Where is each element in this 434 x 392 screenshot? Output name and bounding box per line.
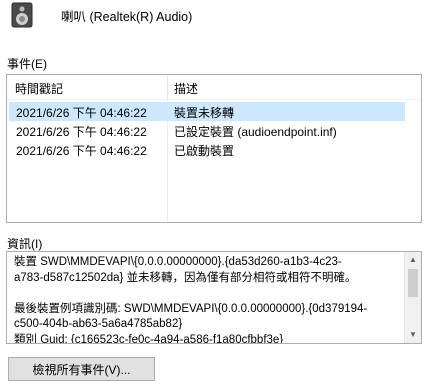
info-text: 裝置 SWD\MMDEVAPI\{0.0.0.00000000}.{da53d2… — [14, 256, 368, 344]
events-header: 時間戳記 描述 — [7, 75, 421, 100]
event-description: 裝置未移轉 — [174, 106, 235, 120]
event-description: 已啟動裝置 — [174, 144, 235, 158]
speaker-icon — [9, 2, 35, 28]
event-row[interactable]: 2021/6/26 下午 04:46:22 裝置未移轉 — [9, 102, 405, 121]
column-header-timestamp[interactable]: 時間戳記 — [15, 80, 63, 97]
event-time: 2021/6/26 下午 04:46:22 — [16, 144, 147, 158]
events-list[interactable]: 時間戳記 描述 2021/6/26 下午 04:46:22 裝置未移轉 2021… — [6, 74, 422, 223]
info-label: 資訊(I) — [7, 237, 43, 251]
device-title: 喇叭 (Realtek(R) Audio) — [61, 10, 193, 24]
column-header-description[interactable]: 描述 — [174, 80, 198, 97]
event-row[interactable]: 2021/6/26 下午 04:46:22 已設定裝置 (audioendpoi… — [9, 121, 405, 140]
view-all-events-button[interactable]: 檢視所有事件(V)... — [8, 357, 155, 381]
scroll-up-arrow-icon[interactable]: ▲ — [405, 252, 421, 268]
info-textbox[interactable]: 裝置 SWD\MMDEVAPI\{0.0.0.00000000}.{da53d2… — [6, 251, 422, 344]
event-time: 2021/6/26 下午 04:46:22 — [16, 125, 147, 139]
column-separator[interactable] — [167, 75, 168, 99]
events-label: 事件(E) — [7, 57, 47, 71]
info-scrollbar[interactable]: ▲ ▼ — [404, 252, 421, 343]
event-description: 已設定裝置 (audioendpoint.inf) — [174, 125, 337, 139]
scrollbar-thumb[interactable] — [408, 269, 418, 297]
event-row[interactable]: 2021/6/26 下午 04:46:22 已啟動裝置 — [9, 140, 405, 159]
event-time: 2021/6/26 下午 04:46:22 — [16, 106, 147, 120]
scroll-down-arrow-icon[interactable]: ▼ — [405, 327, 421, 343]
